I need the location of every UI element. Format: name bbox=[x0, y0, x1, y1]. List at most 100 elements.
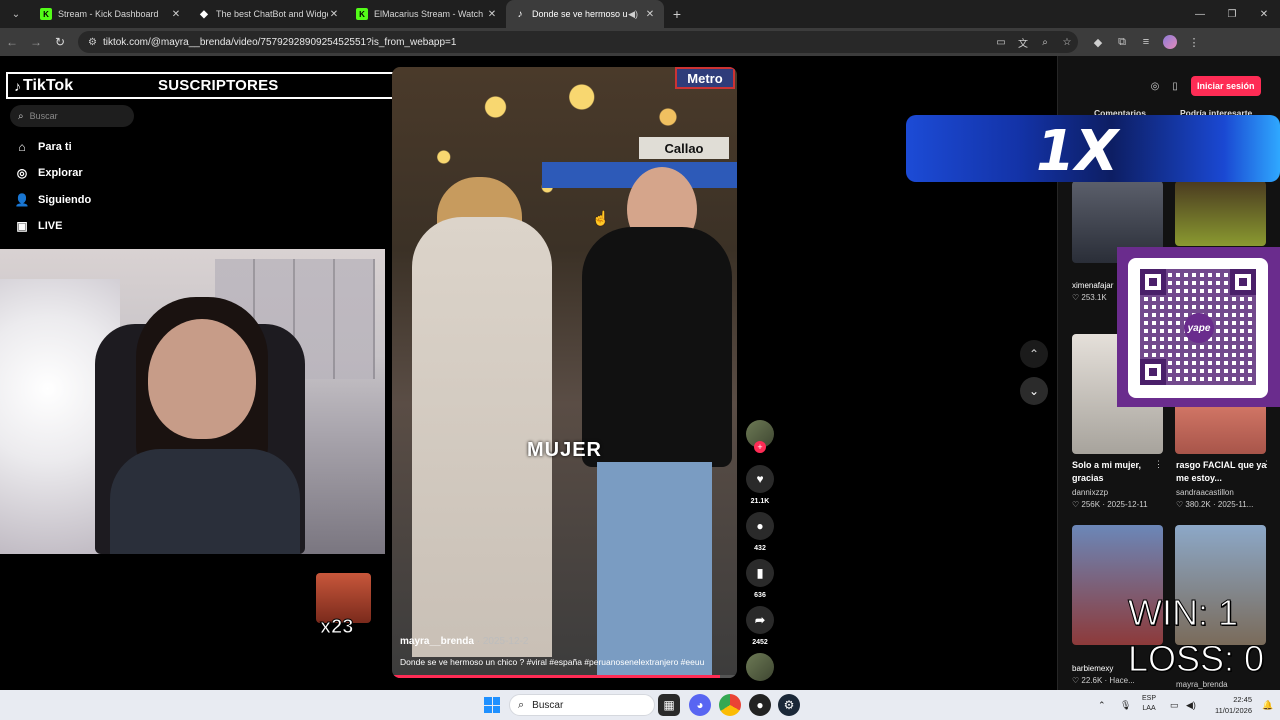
thumbnail-stats: ♡ 22.6K · Hace... bbox=[1072, 676, 1135, 685]
search-input[interactable]: ⌕ Buscar bbox=[10, 105, 134, 127]
network-icon[interactable]: ▭ bbox=[1170, 690, 1179, 720]
video-progress-bar[interactable] bbox=[392, 675, 737, 678]
comment-button[interactable]: ● 432 bbox=[746, 512, 774, 552]
close-icon[interactable]: ✕ bbox=[170, 9, 182, 20]
search-icon: ⌕ bbox=[518, 698, 525, 711]
sidebar-item-explorar[interactable]: ◎ Explorar bbox=[14, 166, 83, 180]
back-icon[interactable]: ← bbox=[0, 35, 24, 49]
language-code: ESP bbox=[1142, 695, 1157, 702]
thumbnail-date: 2025-12-11 bbox=[1107, 500, 1148, 509]
bookmark-icon: ▮ bbox=[746, 559, 774, 587]
device-icon[interactable]: ▯ bbox=[1165, 81, 1185, 92]
steam-icon[interactable]: ⚙ bbox=[778, 694, 800, 716]
views-count: 22.6K bbox=[1081, 676, 1103, 685]
sidebar-item-para-ti[interactable]: ⌂ Para ti bbox=[14, 140, 71, 154]
restore-icon[interactable]: ❐ bbox=[1216, 0, 1248, 28]
live-icon: ▣ bbox=[16, 219, 28, 233]
more-options-icon[interactable]: ⋮ bbox=[1262, 459, 1271, 470]
video-author[interactable]: mayra__brenda · 2025-12-2 bbox=[400, 636, 528, 647]
taskbar-search-input[interactable]: ⌕ Buscar bbox=[509, 694, 655, 716]
bookmark-star-icon[interactable]: ☆ bbox=[1056, 37, 1078, 48]
minimize-icon[interactable]: — bbox=[1184, 0, 1216, 28]
task-view-icon[interactable]: ▦ bbox=[658, 694, 680, 716]
save-count: 636 bbox=[754, 592, 766, 599]
volume-icon[interactable]: ◀) bbox=[1186, 690, 1196, 720]
discord-icon[interactable]: ◕ bbox=[689, 694, 711, 716]
next-video-button[interactable]: ⌄ bbox=[1020, 377, 1048, 405]
chrome-icon[interactable] bbox=[719, 694, 741, 716]
music-disc-avatar[interactable] bbox=[746, 653, 774, 681]
home-icon: ⌂ bbox=[18, 140, 26, 154]
login-button[interactable]: Iniciar sesión bbox=[1191, 76, 1261, 96]
chevron-down-icon: ⌄ bbox=[1028, 384, 1040, 398]
obs-icon[interactable]: ● bbox=[749, 694, 771, 716]
video-person-left bbox=[412, 217, 552, 657]
sidebar-item-siguiendo[interactable]: 👤 Siguiendo bbox=[14, 193, 92, 207]
input-language[interactable]: ESP LAA bbox=[1142, 694, 1156, 714]
loss-counter: LOSS: 0 bbox=[1127, 638, 1265, 680]
previous-video-button[interactable]: ⌃ bbox=[1020, 340, 1048, 368]
reading-list-icon[interactable]: ≡ bbox=[1134, 36, 1158, 48]
tab-kick-dashboard[interactable]: K Stream - Kick Dashboard ✕ bbox=[32, 0, 190, 28]
coins-icon[interactable]: ◎ bbox=[1145, 81, 1165, 92]
thumbnail-stats: ♡ 380.2K · 2025-11... bbox=[1176, 500, 1254, 509]
tab-tiktok-video[interactable]: ♪ Donde se ve hermoso un ch ◀) ✕ bbox=[506, 0, 664, 28]
sidebar-item-live[interactable]: ▣ LIVE bbox=[14, 219, 62, 233]
system-clock[interactable]: 22:45 11/01/2026 bbox=[1208, 694, 1252, 716]
new-tab-button[interactable]: + bbox=[664, 0, 690, 28]
microphone-icon[interactable]: 🎙 bbox=[1120, 690, 1131, 720]
menu-icon[interactable]: ⋮ bbox=[1182, 36, 1206, 49]
close-icon[interactable]: ✕ bbox=[486, 9, 498, 20]
tab-chatbot[interactable]: ◆ The best ChatBot and Widgets ✕ bbox=[190, 0, 348, 28]
follow-plus-icon[interactable]: + bbox=[754, 441, 766, 453]
windows-start-icon[interactable] bbox=[484, 697, 500, 713]
save-button[interactable]: ▮ 636 bbox=[746, 559, 774, 599]
thumbnail-title[interactable]: Solo a mi mujer, gracias bbox=[1072, 459, 1166, 485]
share-button[interactable]: ➦ 2452 bbox=[746, 606, 774, 646]
tab-search-button[interactable]: ⌄ bbox=[4, 3, 28, 25]
thumbnail-author[interactable]: dannixzzp bbox=[1072, 488, 1108, 497]
url-text: tiktok.com/@mayra__brenda/video/75792928… bbox=[102, 36, 457, 48]
thumbnail-views: ♡ 253.1K bbox=[1072, 293, 1107, 302]
more-options-icon[interactable]: ⋮ bbox=[1154, 459, 1163, 470]
video-person-right-jeans bbox=[597, 462, 712, 678]
address-bar[interactable]: ⚙ tiktok.com/@mayra__brenda/video/757929… bbox=[78, 31, 1078, 53]
cast-icon[interactable]: ▭ bbox=[990, 37, 1012, 48]
extensions-puzzle-icon[interactable]: ⧉ bbox=[1110, 36, 1134, 49]
kick-icon: K bbox=[356, 8, 368, 20]
site-info-icon[interactable]: ⚙ bbox=[88, 37, 97, 48]
speaker-icon[interactable]: ◀) bbox=[628, 9, 638, 20]
tray-chevron-icon[interactable]: ⌃ bbox=[1098, 690, 1106, 720]
thumbnail-author[interactable]: mayra_brenda bbox=[1176, 680, 1228, 689]
win-counter: WIN: 1 bbox=[1127, 592, 1239, 634]
clock-time: 22:45 bbox=[1233, 695, 1252, 704]
thumbnail-author[interactable]: ximenafajar bbox=[1072, 281, 1113, 290]
heart-icon: ♥ bbox=[746, 465, 774, 493]
thumbnail-2[interactable] bbox=[1175, 181, 1266, 246]
thumbnail-author[interactable]: barbiemexy bbox=[1072, 664, 1113, 673]
close-window-icon[interactable]: ✕ bbox=[1248, 0, 1280, 28]
tab-elmacarius[interactable]: K ElMacarius Stream - Watch Live ✕ bbox=[348, 0, 506, 28]
like-button[interactable]: ♥ 21.1K bbox=[746, 465, 774, 505]
thumbnail-title[interactable]: rasgo FACIAL que ya me estoy... bbox=[1176, 459, 1270, 485]
zoom-icon[interactable]: ⌕ bbox=[1034, 37, 1056, 48]
notifications-icon[interactable]: 🔔 bbox=[1262, 690, 1273, 720]
video-player[interactable]: Metro Callao MUJER mayra__brenda · 2025-… bbox=[392, 67, 737, 678]
metro-sign: Metro bbox=[675, 67, 735, 89]
profile-avatar[interactable] bbox=[1163, 35, 1177, 49]
translate-icon[interactable]: 文 bbox=[1012, 35, 1034, 50]
share-count: 2452 bbox=[752, 639, 768, 646]
video-caption: MUJER bbox=[526, 439, 602, 461]
tab-title: The best ChatBot and Widgets bbox=[216, 9, 328, 19]
comment-icon: ● bbox=[746, 512, 774, 540]
forward-icon[interactable]: → bbox=[24, 35, 48, 49]
webcam-streamer-body bbox=[110, 449, 300, 554]
thumbnail-date: 2025-11... bbox=[1217, 500, 1254, 509]
close-icon[interactable]: ✕ bbox=[328, 9, 340, 20]
callao-sign: Callao bbox=[639, 137, 729, 159]
extension-icon[interactable]: ◆ bbox=[1086, 36, 1110, 49]
reload-icon[interactable]: ↻ bbox=[48, 35, 72, 49]
close-icon[interactable]: ✕ bbox=[644, 9, 656, 20]
tiktok-logo[interactable]: ♪ TikTok bbox=[14, 77, 73, 95]
thumbnail-author[interactable]: sandraacastillon bbox=[1176, 488, 1234, 497]
